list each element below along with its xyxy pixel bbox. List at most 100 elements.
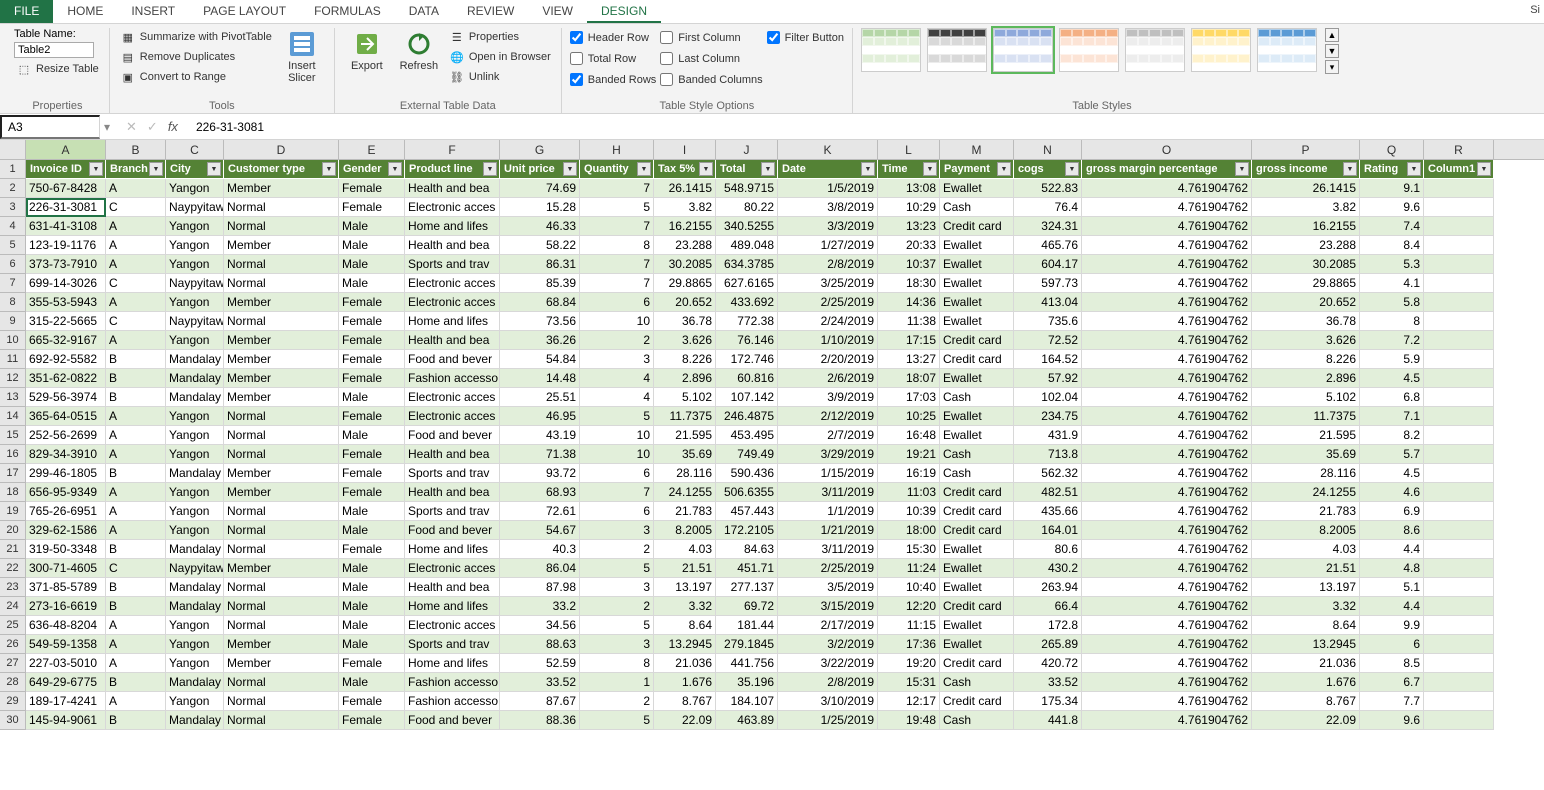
filter-dropdown-icon[interactable]: ▼ [1235,162,1249,176]
cell[interactable]: 172.8 [1014,616,1082,635]
cell[interactable]: Mandalay [166,369,224,388]
cell[interactable]: 5.8 [1360,293,1424,312]
cell[interactable]: 10 [580,312,654,331]
row-header[interactable]: 28 [0,673,26,692]
cell[interactable]: 1.676 [654,673,716,692]
cell[interactable]: 21.036 [654,654,716,673]
cell[interactable]: Normal [224,597,339,616]
cell[interactable]: 413.04 [1014,293,1082,312]
cell[interactable]: Ewallet [940,407,1014,426]
cell[interactable]: Yangon [166,521,224,540]
cell[interactable]: 16.2155 [654,217,716,236]
cell[interactable]: Credit card [940,597,1014,616]
cell[interactable]: C [106,274,166,293]
cell[interactable]: 489.048 [716,236,778,255]
cell[interactable]: 265.89 [1014,635,1082,654]
filter-dropdown-icon[interactable]: ▼ [207,162,221,176]
cell[interactable]: 7 [580,179,654,198]
cell[interactable]: Member [224,388,339,407]
cell[interactable]: 12:20 [878,597,940,616]
cell[interactable]: Credit card [940,483,1014,502]
refresh-button[interactable]: Refresh [395,28,443,72]
cell[interactable]: 6.9 [1360,502,1424,521]
column-header[interactable]: F [405,140,500,159]
cell[interactable]: A [106,654,166,673]
cell[interactable]: Normal [224,502,339,521]
cell[interactable]: 4.761904762 [1082,369,1252,388]
cell[interactable]: Ewallet [940,635,1014,654]
cell[interactable]: 6 [580,502,654,521]
cell[interactable]: 4.761904762 [1082,179,1252,198]
name-box[interactable] [0,115,100,139]
cell[interactable]: Male [339,673,405,692]
cell[interactable]: 16:19 [878,464,940,483]
cell[interactable]: Normal [224,540,339,559]
cell[interactable]: 453.495 [716,426,778,445]
cell[interactable]: Credit card [940,502,1014,521]
cell[interactable] [1424,407,1494,426]
cell[interactable]: Electronic acces [405,616,500,635]
cell[interactable]: 164.01 [1014,521,1082,540]
cell[interactable]: 9.9 [1360,616,1424,635]
cell[interactable]: 19:20 [878,654,940,673]
cell[interactable] [1424,369,1494,388]
cell[interactable]: Female [339,711,405,730]
cell[interactable]: 2/17/2019 [778,616,878,635]
cell[interactable]: Credit card [940,350,1014,369]
cell[interactable]: 7.4 [1360,217,1424,236]
cell[interactable]: Normal [224,198,339,217]
cell[interactable]: 6 [580,464,654,483]
cell[interactable]: Home and lifes [405,597,500,616]
cell[interactable]: 3/11/2019 [778,483,878,502]
cell[interactable]: Health and bea [405,179,500,198]
cell[interactable]: 10:40 [878,578,940,597]
cell[interactable]: 4.761904762 [1082,407,1252,426]
table-header-cell[interactable]: Payment▼ [940,160,1014,179]
cell[interactable]: 88.63 [500,635,580,654]
cell[interactable]: 18:30 [878,274,940,293]
cell[interactable]: 692-92-5582 [26,350,106,369]
cell[interactable]: 433.692 [716,293,778,312]
cell[interactable]: 20.652 [1252,293,1360,312]
cell[interactable]: B [106,464,166,483]
table-header-cell[interactable]: Quantity▼ [580,160,654,179]
cell[interactable]: Male [339,426,405,445]
cell[interactable]: Ewallet [940,559,1014,578]
ribbon-tab-data[interactable]: DATA [395,0,453,23]
row-header[interactable]: 3 [0,198,26,217]
cell[interactable] [1424,464,1494,483]
cell[interactable]: 86.31 [500,255,580,274]
cell[interactable]: Mandalay [166,578,224,597]
cell[interactable]: Naypyitaw [166,559,224,578]
cell[interactable]: 226-31-3081 [26,198,106,217]
cell[interactable] [1424,597,1494,616]
cell[interactable]: 10 [580,445,654,464]
fx-icon[interactable]: fx [168,119,178,135]
row-header[interactable]: 11 [0,350,26,369]
cell[interactable]: 13:23 [878,217,940,236]
cell[interactable]: A [106,483,166,502]
cell[interactable]: 8.2005 [654,521,716,540]
cell[interactable]: 6.8 [1360,388,1424,407]
cell[interactable]: 749.49 [716,445,778,464]
cell[interactable]: 324.31 [1014,217,1082,236]
cell[interactable]: 35.196 [716,673,778,692]
cell[interactable]: 9.1 [1360,179,1424,198]
filter-dropdown-icon[interactable]: ▼ [483,162,497,176]
row-header[interactable]: 19 [0,502,26,521]
cell[interactable]: 8.64 [1252,616,1360,635]
cell[interactable]: 430.2 [1014,559,1082,578]
enter-formula-icon[interactable]: ✓ [147,119,158,135]
cell[interactable]: 6 [580,293,654,312]
cell[interactable]: 3/29/2019 [778,445,878,464]
cell[interactable]: 463.89 [716,711,778,730]
cell[interactable]: 4.761904762 [1082,464,1252,483]
table-style-swatch[interactable] [1257,28,1317,72]
cell[interactable]: Ewallet [940,540,1014,559]
cell[interactable]: Female [339,312,405,331]
cell[interactable]: 2/6/2019 [778,369,878,388]
cell[interactable]: 431.9 [1014,426,1082,445]
column-header[interactable]: L [878,140,940,159]
cell[interactable] [1424,692,1494,711]
cell[interactable]: Home and lifes [405,217,500,236]
